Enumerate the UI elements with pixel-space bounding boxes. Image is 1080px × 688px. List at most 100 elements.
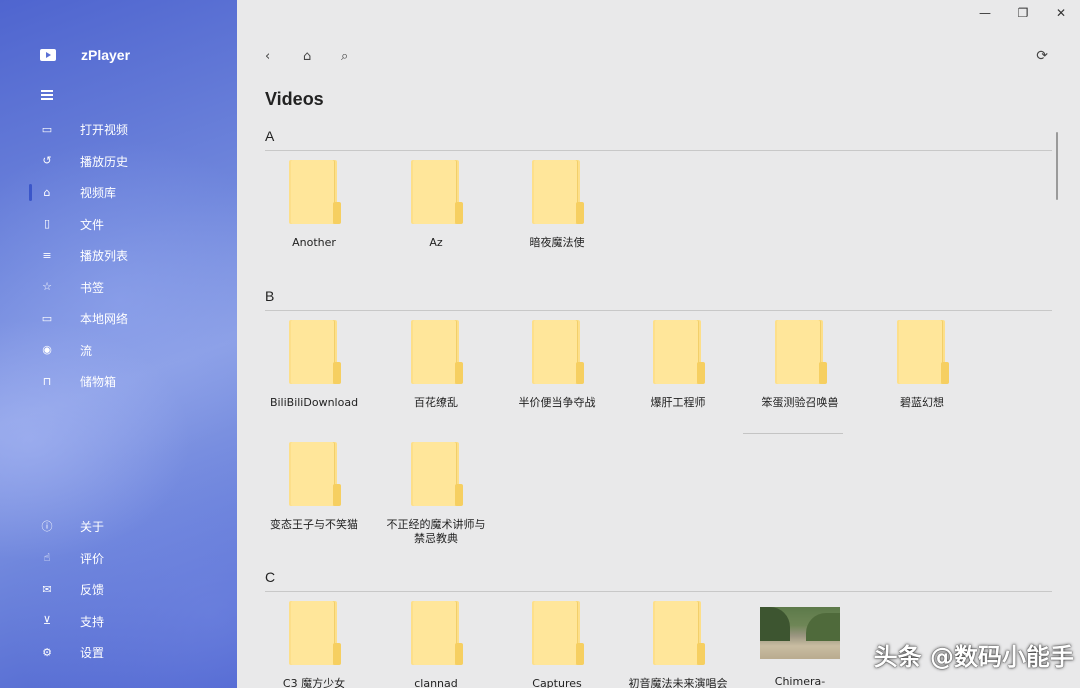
folder-item[interactable]: 碧蓝幻想: [872, 320, 972, 410]
folder-icon: [897, 320, 947, 386]
page-title: Videos: [265, 89, 324, 110]
sidebar-item-label: 储物箱: [80, 373, 116, 390]
video-item[interactable]: Chimera-: [750, 601, 850, 688]
sidebar-item-gear[interactable]: ⚙设置: [0, 637, 237, 669]
folder-icon: [532, 601, 582, 667]
item-name: Captures: [507, 677, 607, 688]
folder-item[interactable]: 变态王子与不笑猫: [264, 442, 364, 532]
item-name: 百花缭乱: [386, 396, 486, 410]
item-name: BiliBiliDownload: [264, 396, 364, 410]
mail-icon: ✉: [40, 583, 54, 597]
folder-item[interactable]: 暗夜魔法使: [507, 160, 607, 250]
sidebar-item-thumb-up[interactable]: ☝评价: [0, 543, 237, 575]
video-thumbnail: [760, 607, 840, 659]
cart-icon: ⊻: [40, 614, 54, 628]
item-name: 变态王子与不笑猫: [264, 518, 364, 532]
home-icon[interactable]: ⌂: [303, 48, 341, 66]
folder-item[interactable]: 笨蛋测验召唤兽: [750, 320, 850, 410]
file-icon: ▯: [40, 217, 54, 231]
group-divider: [265, 150, 1052, 151]
video-camera-icon: ▭: [40, 123, 54, 137]
sidebar-item-star[interactable]: ☆ 书签: [0, 272, 237, 304]
toolbar: ‹ ⌂ ⌕: [265, 48, 379, 66]
folder-icon: [775, 320, 825, 386]
item-name: clannad: [386, 677, 486, 688]
group-divider: [265, 310, 1052, 311]
sidebar-item-label: 评价: [80, 550, 104, 567]
sidebar-item-label: 流: [80, 342, 92, 359]
item-name: 初音魔法未来演唱会: [628, 677, 728, 688]
info-icon: ⓘ: [40, 520, 54, 534]
group-letter[interactable]: B: [265, 288, 1052, 304]
minimize-button[interactable]: —: [966, 5, 1004, 21]
stream-icon: ◉: [40, 343, 54, 357]
group-letter[interactable]: A: [265, 128, 1052, 144]
restore-button[interactable]: ❐: [1004, 5, 1042, 21]
main-content: — ❐ ✕ ‹ ⌂ ⌕ ⟳ Videos AAnotherAz暗夜魔法使BBil…: [237, 0, 1080, 688]
search-icon[interactable]: ⌕: [341, 48, 379, 66]
scrollbar-thumb[interactable]: [1056, 132, 1058, 200]
folder-icon: [289, 601, 339, 667]
sidebar-item-home[interactable]: ⌂视频库: [0, 177, 237, 209]
sidebar-item-label: 本地网络: [80, 310, 128, 327]
sidebar-item-mail[interactable]: ✉ 反馈: [0, 574, 237, 606]
app-name: zPlayer: [81, 47, 130, 63]
item-name: Another: [264, 236, 364, 250]
group-b: BBiliBiliDownload百花缭乱半价便当争夺战爆肝工程师笨蛋测验召唤兽…: [265, 288, 1052, 304]
item-name: 不正经的魔术讲师与禁忌教典: [386, 518, 486, 546]
folder-item[interactable]: Another: [264, 160, 364, 250]
playlist-icon: ≡: [40, 249, 54, 263]
folder-item[interactable]: clannad: [386, 601, 486, 688]
item-name: 暗夜魔法使: [507, 236, 607, 250]
folder-icon: [653, 320, 703, 386]
sidebar-item-label: 文件: [80, 216, 104, 233]
sidebar-item-playlist[interactable]: ≡ 播放列表: [0, 240, 237, 272]
folder-item[interactable]: 爆肝工程师: [628, 320, 728, 410]
folder-item[interactable]: C3 魔方少女: [264, 601, 364, 688]
group-letter[interactable]: C: [265, 569, 1052, 585]
sidebar-item-file[interactable]: ▯ 文件: [0, 209, 237, 241]
app-brand: zPlayer: [40, 49, 56, 61]
folder-item[interactable]: Az: [386, 160, 486, 250]
lock-icon: ⊓: [40, 375, 54, 389]
folder-icon: [653, 601, 703, 667]
window-controls: — ❐ ✕: [966, 5, 1080, 21]
refresh-icon[interactable]: ⟳: [1036, 48, 1048, 64]
folder-item[interactable]: BiliBiliDownload: [264, 320, 364, 410]
item-name: 笨蛋测验召唤兽: [750, 396, 850, 410]
sidebar-item-video-camera[interactable]: ▭打开视频: [0, 114, 237, 146]
item-name: Chimera-: [750, 675, 850, 688]
group-divider: [265, 591, 1052, 592]
group-a: AAnotherAz暗夜魔法使: [265, 128, 1052, 144]
back-icon[interactable]: ‹: [265, 48, 303, 66]
nav-top: ▭打开视频↺播放历史⌂视频库▯文件≡播放列表☆书签▭本地网络◉流⊓储物箱: [0, 114, 237, 398]
folder-item[interactable]: Captures: [507, 601, 607, 688]
star-icon: ☆: [40, 280, 54, 294]
divider: [743, 433, 843, 434]
folder-icon: [289, 160, 339, 226]
folder-item[interactable]: 不正经的魔术讲师与禁忌教典: [386, 442, 486, 546]
sidebar-item-stream[interactable]: ◉流: [0, 335, 237, 367]
folder-icon: [289, 320, 339, 386]
sidebar-item-info[interactable]: ⓘ关于: [0, 511, 237, 543]
close-button[interactable]: ✕: [1042, 5, 1080, 21]
sidebar-item-label: 反馈: [80, 581, 104, 598]
folder-item[interactable]: 半价便当争夺战: [507, 320, 607, 410]
sidebar-item-lock[interactable]: ⊓ 储物箱: [0, 366, 237, 398]
sidebar: zPlayer ▭打开视频↺播放历史⌂视频库▯文件≡播放列表☆书签▭本地网络◉流…: [0, 0, 237, 688]
sidebar-item-history[interactable]: ↺播放历史: [0, 146, 237, 178]
sidebar-item-label: 播放列表: [80, 247, 128, 264]
folder-item[interactable]: 百花缭乱: [386, 320, 486, 410]
folder-item[interactable]: 初音魔法未来演唱会: [628, 601, 728, 688]
item-name: C3 魔方少女: [264, 677, 364, 688]
watermark: 头条 @数码小能手: [874, 637, 1074, 672]
group-c: CC3 魔方少女clannadCaptures初音魔法未来演唱会Chimera-: [265, 569, 1052, 585]
nav-bottom: ⓘ关于☝评价 ✉ 反馈 ⊻支持⚙设置: [0, 511, 237, 669]
sidebar-item-cart[interactable]: ⊻支持: [0, 606, 237, 638]
home-icon: ⌂: [40, 186, 54, 200]
sidebar-item-label: 书签: [80, 279, 104, 296]
item-name: 爆肝工程师: [628, 396, 728, 410]
sidebar-item-network[interactable]: ▭本地网络: [0, 303, 237, 335]
sidebar-item-label: 设置: [80, 644, 104, 661]
hamburger-menu-icon[interactable]: [41, 90, 53, 100]
